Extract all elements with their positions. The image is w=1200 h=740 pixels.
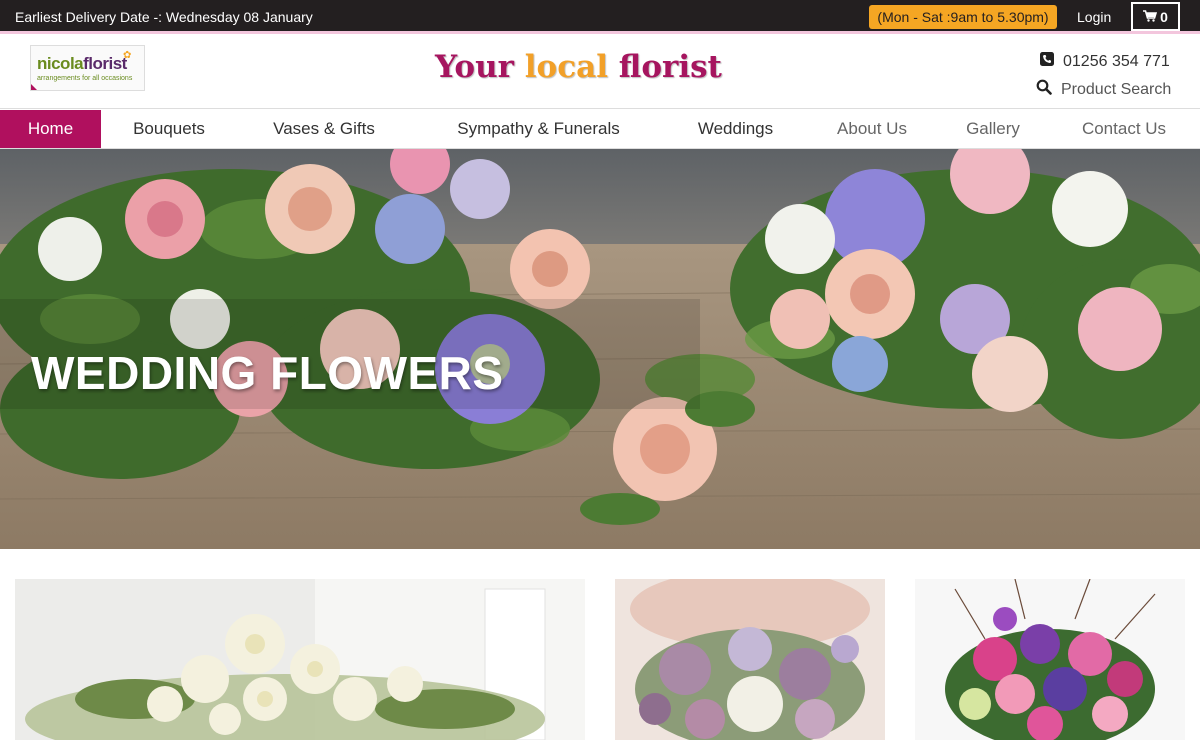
site-logo[interactable]: ✿ nicolaflorist arrangements for all occ…	[30, 45, 145, 91]
product-tile-wedding-bouquet[interactable]	[615, 579, 885, 740]
nav-item-gallery[interactable]: Gallery	[953, 110, 1033, 148]
phone-number: 01256 354 771	[1063, 52, 1170, 70]
logo-corner-mark	[31, 83, 38, 90]
site-header: ✿ nicolaflorist arrangements for all occ…	[0, 37, 1200, 109]
site-tagline: Your local florist	[435, 49, 722, 85]
login-link[interactable]: Login	[1077, 9, 1111, 25]
wedding-bouquet-image	[615, 579, 885, 740]
product-tile-sympathy[interactable]	[15, 579, 585, 740]
nav-item-weddings[interactable]: Weddings	[685, 110, 786, 148]
nav-item-home[interactable]: Home	[0, 110, 101, 148]
nav-item-about-us[interactable]: About Us	[826, 110, 918, 148]
cart-button[interactable]: 0	[1131, 2, 1180, 31]
opening-hours-badge: (Mon - Sat :9am to 5.30pm)	[869, 5, 1057, 29]
delivery-date-text: Earliest Delivery Date -: Wednesday 08 J…	[15, 9, 313, 25]
nav-item-bouquets[interactable]: Bouquets	[119, 110, 219, 148]
phone-contact[interactable]: 01256 354 771	[1040, 52, 1170, 71]
nav-item-vases-gifts[interactable]: Vases & Gifts	[259, 110, 389, 148]
hero-banner: WEDDING FLOWERS	[0, 149, 1200, 549]
product-search-link[interactable]: Product Search	[1036, 79, 1171, 100]
cart-icon	[1143, 9, 1158, 25]
logo-name: nicolaflorist	[37, 54, 127, 73]
hero-title: WEDDING FLOWERS	[31, 347, 504, 399]
sympathy-flowers-image	[15, 579, 585, 740]
main-navigation: Home Bouquets Vases & Gifts Sympathy & F…	[0, 110, 1200, 149]
logo-tagline: arrangements for all occasions	[37, 75, 133, 82]
product-tile-pink-bouquet[interactable]	[915, 579, 1185, 740]
phone-icon	[1040, 52, 1054, 71]
nav-item-contact-us[interactable]: Contact Us	[1069, 110, 1179, 148]
top-bar: Earliest Delivery Date -: Wednesday 08 J…	[0, 0, 1200, 34]
cart-count: 0	[1160, 8, 1168, 25]
nav-item-sympathy-funerals[interactable]: Sympathy & Funerals	[443, 110, 634, 148]
search-icon	[1036, 79, 1052, 100]
product-search-label: Product Search	[1061, 80, 1172, 98]
pink-bouquet-image	[915, 579, 1185, 740]
